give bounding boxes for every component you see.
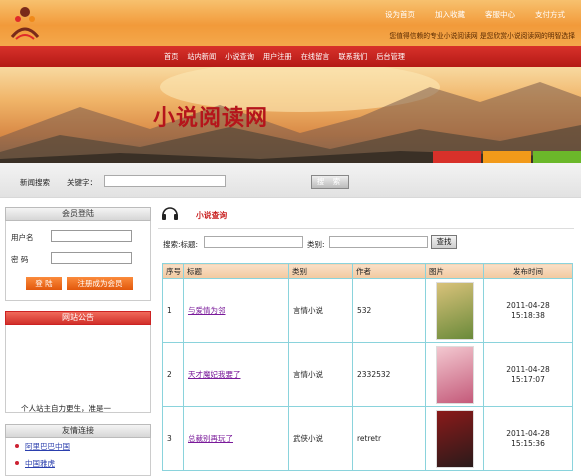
row-author: retretr — [352, 406, 426, 471]
login-button[interactable]: 登 陆 — [26, 277, 62, 290]
friend-links-panel: 阿里巴巴中国 中国雅虎 — [5, 438, 151, 476]
novel-table: 序号 标题 类别 作者 图片 发布时间 1 与爱情为邻 言情小说 532 201… — [162, 263, 573, 471]
nav-item-home[interactable]: 首页 — [164, 52, 178, 62]
color-tab-red[interactable] — [433, 151, 481, 163]
username-label: 用户名 — [11, 233, 34, 242]
row-no: 3 — [162, 406, 184, 471]
banner-color-tabs — [431, 151, 581, 163]
news-search-bar: 新闻搜索 关键字： 搜 索 — [0, 163, 581, 198]
book-cover-image[interactable] — [435, 409, 474, 468]
friend-link-yahoo[interactable]: 中国雅虎 — [25, 458, 55, 469]
row-date: 2011-04-28 — [506, 364, 550, 374]
col-header-no: 序号 — [162, 263, 184, 279]
table-row: 2 天才魔妃我要了 言情小说 2332532 2011-04-28 15:17:0… — [162, 342, 573, 407]
title-filter-label: 搜索:标题: — [163, 240, 199, 249]
section-divider — [158, 228, 574, 229]
payment-methods-link[interactable]: 支付方式 — [525, 9, 575, 20]
nav-item-message[interactable]: 在线留言 — [301, 52, 330, 62]
username-field[interactable] — [51, 230, 132, 242]
table-header-row: 序号 标题 类别 作者 图片 发布时间 — [162, 263, 573, 279]
friend-links-heading-text: 友情连接 — [62, 426, 94, 435]
news-search-button[interactable]: 搜 索 — [311, 175, 349, 189]
row-time: 15:17:07 — [511, 374, 545, 384]
headphone-icon — [162, 207, 178, 220]
col-header-category: 类别 — [288, 263, 353, 279]
nav-item-admin[interactable]: 后台管理 — [376, 52, 405, 62]
password-field[interactable] — [51, 252, 132, 264]
find-button[interactable]: 查找 — [431, 235, 457, 249]
category-filter-input[interactable] — [329, 236, 428, 248]
customer-service-link[interactable]: 客服中心 — [475, 9, 525, 20]
keyword-input[interactable] — [104, 175, 226, 187]
row-no: 1 — [162, 278, 184, 343]
row-time: 15:18:38 — [511, 310, 545, 320]
col-header-image: 图片 — [425, 263, 484, 279]
notice-text: 个人站主自力更生，准是一 — [21, 404, 111, 413]
add-favorite-link[interactable]: 加入收藏 — [425, 9, 475, 20]
login-heading: 会员登陆 — [5, 207, 151, 221]
color-tab-green[interactable] — [533, 151, 581, 163]
password-label: 密 码 — [11, 255, 29, 264]
col-header-author: 作者 — [352, 263, 426, 279]
row-author: 532 — [352, 278, 426, 343]
nav-item-contact[interactable]: 联系我们 — [338, 52, 367, 62]
col-header-date: 发布时间 — [483, 263, 573, 279]
novel-title-link[interactable]: 与爱情为邻 — [188, 306, 226, 315]
color-tab-orange[interactable] — [483, 151, 531, 163]
section-title: 小说查询 — [196, 211, 228, 220]
title-filter-input[interactable] — [204, 236, 303, 248]
row-category: 言情小说 — [288, 278, 353, 343]
bullet-icon — [15, 444, 19, 448]
book-cover-image[interactable] — [435, 281, 474, 340]
table-row: 1 与爱情为邻 言情小说 532 2011-04-28 15:18:38 — [162, 278, 573, 343]
page: 设为首页 加入收藏 客服中心 支付方式 您值得信赖的专业小说阅读网 是您欣赏小说… — [0, 0, 581, 476]
friend-links-heading: 友情连接 — [5, 424, 151, 438]
novel-title-link[interactable]: 天才魔妃我要了 — [188, 370, 241, 379]
login-heading-text: 会员登陆 — [62, 209, 94, 218]
keyword-label: 关键字： — [67, 178, 97, 187]
row-date: 2011-04-28 — [506, 428, 550, 438]
row-author: 2332532 — [352, 342, 426, 407]
top-header: 设为首页 加入收藏 客服中心 支付方式 您值得信赖的专业小说阅读网 是您欣赏小说… — [0, 0, 581, 46]
login-panel: 用户名 密 码 登 陆 注册成为会员 — [5, 221, 151, 301]
nav-item-register[interactable]: 用户注册 — [263, 52, 292, 62]
nav-item-news[interactable]: 站内新闻 — [187, 52, 216, 62]
mountain-landscape-image — [0, 67, 581, 163]
top-links: 设为首页 加入收藏 客服中心 支付方式 — [375, 9, 575, 20]
row-no: 2 — [162, 342, 184, 407]
main-nav: 首页 站内新闻 小说查询 用户注册 在线留言 联系我们 后台管理 — [0, 46, 581, 67]
news-search-label: 新闻搜索 — [20, 178, 50, 187]
table-row: 3 总裁别再玩了 武侠小说 retretr 2011-04-28 15:15:36 — [162, 406, 573, 471]
bullet-icon — [15, 461, 19, 465]
row-category: 武侠小说 — [288, 406, 353, 471]
category-filter-label: 类别: — [307, 240, 325, 249]
banner: 小说阅读网 — [0, 67, 581, 163]
row-date: 2011-04-28 — [506, 300, 550, 310]
notice-panel: 个人站主自力更生，准是一 — [5, 325, 151, 413]
row-category: 言情小说 — [288, 342, 353, 407]
register-button[interactable]: 注册成为会员 — [67, 277, 133, 290]
nav-item-novel-search[interactable]: 小说查询 — [225, 52, 254, 62]
row-time: 15:15:36 — [511, 438, 545, 448]
novel-title-link[interactable]: 总裁别再玩了 — [188, 434, 233, 443]
slogan: 您值得信赖的专业小说阅读网 是您欣赏小说阅读网的明智选择 — [389, 32, 575, 40]
site-logo-icon — [10, 7, 40, 40]
notice-heading: 网站公告 — [5, 311, 151, 325]
book-cover-image[interactable] — [435, 345, 474, 404]
set-homepage-link[interactable]: 设为首页 — [375, 9, 425, 20]
col-header-title: 标题 — [183, 263, 289, 279]
banner-title: 小说阅读网 — [153, 105, 269, 131]
friend-link-alibaba[interactable]: 阿里巴巴中国 — [25, 441, 70, 452]
notice-heading-text: 网站公告 — [62, 313, 94, 322]
